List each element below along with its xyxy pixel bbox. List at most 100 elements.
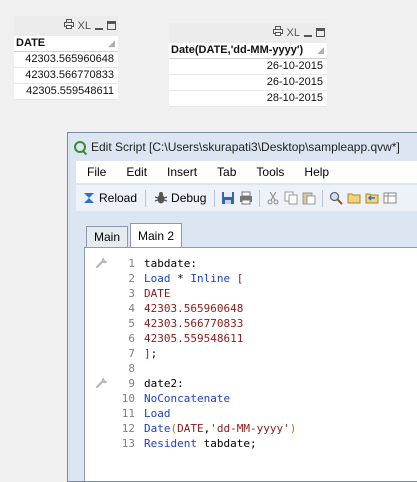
menu-tools[interactable]: Tools: [245, 165, 293, 179]
code-token: DATE: [177, 422, 204, 435]
code-line[interactable]: 6 42305.559548611: [85, 331, 417, 346]
print-icon[interactable]: [239, 191, 253, 205]
maximize-icon[interactable]: [316, 28, 325, 37]
code-area[interactable]: 1 tabdate: 2 Load * Inline [3 DATE 4 42303.565…: [85, 256, 417, 451]
keyword-token: Inline: [190, 272, 231, 285]
line-text[interactable]: Load: [144, 406, 171, 421]
line-text[interactable]: ];: [144, 346, 157, 361]
script-tabs: Main Main 2: [76, 213, 417, 247]
debug-button[interactable]: Debug: [152, 191, 208, 205]
code-token: 42305.559548611: [144, 332, 244, 345]
maximize-icon[interactable]: [107, 21, 116, 30]
line-number: 11: [121, 407, 135, 420]
bug-icon: [154, 192, 168, 204]
line-number: 8: [128, 362, 135, 375]
code-line[interactable]: 8: [85, 361, 417, 376]
listbox-formatted-date: XL Date(DATE,'dd-MM-yyyy') ◢ 26-10-2015 …: [169, 23, 327, 107]
line-number: 9: [128, 377, 135, 390]
window-title: Edit Script [C:\Users\skurapati3\Desktop…: [91, 140, 400, 154]
code-line[interactable]: 1 tabdate:: [85, 256, 417, 271]
keyword-token: Load: [144, 407, 171, 420]
reload-button[interactable]: Reload: [80, 191, 139, 205]
listbox-row[interactable]: 26-10-2015: [169, 75, 327, 91]
print-icon[interactable]: [272, 26, 283, 39]
line-number: 7: [128, 347, 135, 360]
line-text[interactable]: 42303.566770833: [144, 316, 243, 331]
search-sort-icon[interactable]: ◢: [108, 36, 115, 51]
print-icon[interactable]: [63, 19, 74, 32]
line-text[interactable]: Resident tabdate;: [144, 436, 257, 451]
code-token: ]: [144, 347, 151, 360]
toolbar-divider: [145, 189, 147, 207]
menu-insert[interactable]: Insert: [156, 165, 206, 179]
listbox-row[interactable]: 28-10-2015: [169, 91, 327, 107]
code-token: *: [170, 272, 191, 285]
gutter: [95, 436, 111, 451]
line-text[interactable]: DATE: [144, 286, 171, 301]
gutter: [95, 391, 111, 406]
listbox-header[interactable]: Date(DATE,'dd-MM-yyyy') ◢: [169, 43, 327, 59]
line-text[interactable]: Load * Inline [: [144, 271, 243, 286]
gutter: [95, 406, 111, 421]
debug-label: Debug: [171, 191, 207, 205]
line-number: 4: [128, 302, 135, 315]
find-icon[interactable]: [329, 191, 344, 205]
line-number: 2: [128, 272, 135, 285]
gutter: [95, 346, 111, 361]
code-line[interactable]: 3 DATE: [85, 286, 417, 301]
menu-file[interactable]: File: [76, 165, 115, 179]
code-line[interactable]: 4 42303.565960648: [85, 301, 417, 316]
line-text[interactable]: 42303.565960648: [144, 301, 243, 316]
paste-icon[interactable]: [302, 191, 316, 205]
line-text[interactable]: tabdate:: [144, 256, 197, 271]
xl-icon[interactable]: XL: [78, 20, 91, 32]
code-line[interactable]: 11 Load: [85, 406, 417, 421]
code-line[interactable]: 13 Resident tabdate;: [85, 436, 417, 451]
tab-main[interactable]: Main: [86, 226, 129, 247]
table-files-icon[interactable]: [383, 191, 397, 205]
menu-edit[interactable]: Edit: [115, 165, 156, 179]
minimize-icon[interactable]: [95, 27, 103, 30]
minimize-icon[interactable]: [304, 34, 312, 37]
gutter: [95, 421, 111, 436]
gutter: [95, 271, 111, 286]
gutter: [95, 361, 111, 376]
code-line[interactable]: 5 42303.566770833: [85, 316, 417, 331]
listbox-header-label: DATE: [16, 37, 46, 49]
code-token: 42303.565960648: [144, 302, 244, 315]
script-editor[interactable]: 1 tabdate: 2 Load * Inline [3 DATE 4 42303.565…: [84, 247, 417, 481]
qlikview-app-icon: [74, 141, 86, 153]
code-token: 42303.566770833: [144, 317, 244, 330]
edit-script-window: Edit Script [C:\Users\skurapati3\Desktop…: [67, 132, 417, 482]
listbox-header[interactable]: DATE ◢: [14, 36, 118, 52]
listbox-row[interactable]: 42305.559548611: [14, 84, 118, 100]
import-folder-icon[interactable]: [365, 191, 379, 205]
line-text[interactable]: NoConcatenate: [144, 391, 230, 406]
line-number: 12: [121, 422, 135, 435]
copy-icon[interactable]: [284, 191, 298, 205]
toolbar-divider: [214, 189, 216, 207]
cut-icon[interactable]: [266, 191, 280, 205]
reload-label: Reload: [99, 191, 138, 205]
section-marker-icon[interactable]: [95, 256, 111, 271]
tab-main-2[interactable]: Main 2: [130, 223, 183, 247]
save-icon[interactable]: [221, 191, 235, 205]
open-folder-icon[interactable]: [347, 191, 361, 205]
menu-tab[interactable]: Tab: [206, 165, 245, 179]
menu-help[interactable]: Help: [293, 165, 338, 179]
code-line[interactable]: 7];: [85, 346, 417, 361]
code-line[interactable]: 2 Load * Inline [: [85, 271, 417, 286]
code-line[interactable]: 12 Date(DATE,'dd-MM-yyyy'): [85, 421, 417, 436]
line-text[interactable]: date2:: [144, 376, 184, 391]
code-line[interactable]: 9 date2:: [85, 376, 417, 391]
listbox-row[interactable]: 42303.565960648: [14, 52, 118, 68]
search-sort-icon[interactable]: ◢: [317, 43, 324, 58]
window-titlebar[interactable]: Edit Script [C:\Users\skurapati3\Desktop…: [68, 133, 417, 161]
xl-icon[interactable]: XL: [287, 27, 300, 39]
listbox-row[interactable]: 26-10-2015: [169, 59, 327, 75]
line-text[interactable]: Date(DATE,'dd-MM-yyyy'): [144, 421, 296, 436]
listbox-row[interactable]: 42303.566770833: [14, 68, 118, 84]
line-text[interactable]: 42305.559548611: [144, 331, 243, 346]
code-line[interactable]: 10 NoConcatenate: [85, 391, 417, 406]
section-marker-icon[interactable]: [95, 376, 111, 391]
